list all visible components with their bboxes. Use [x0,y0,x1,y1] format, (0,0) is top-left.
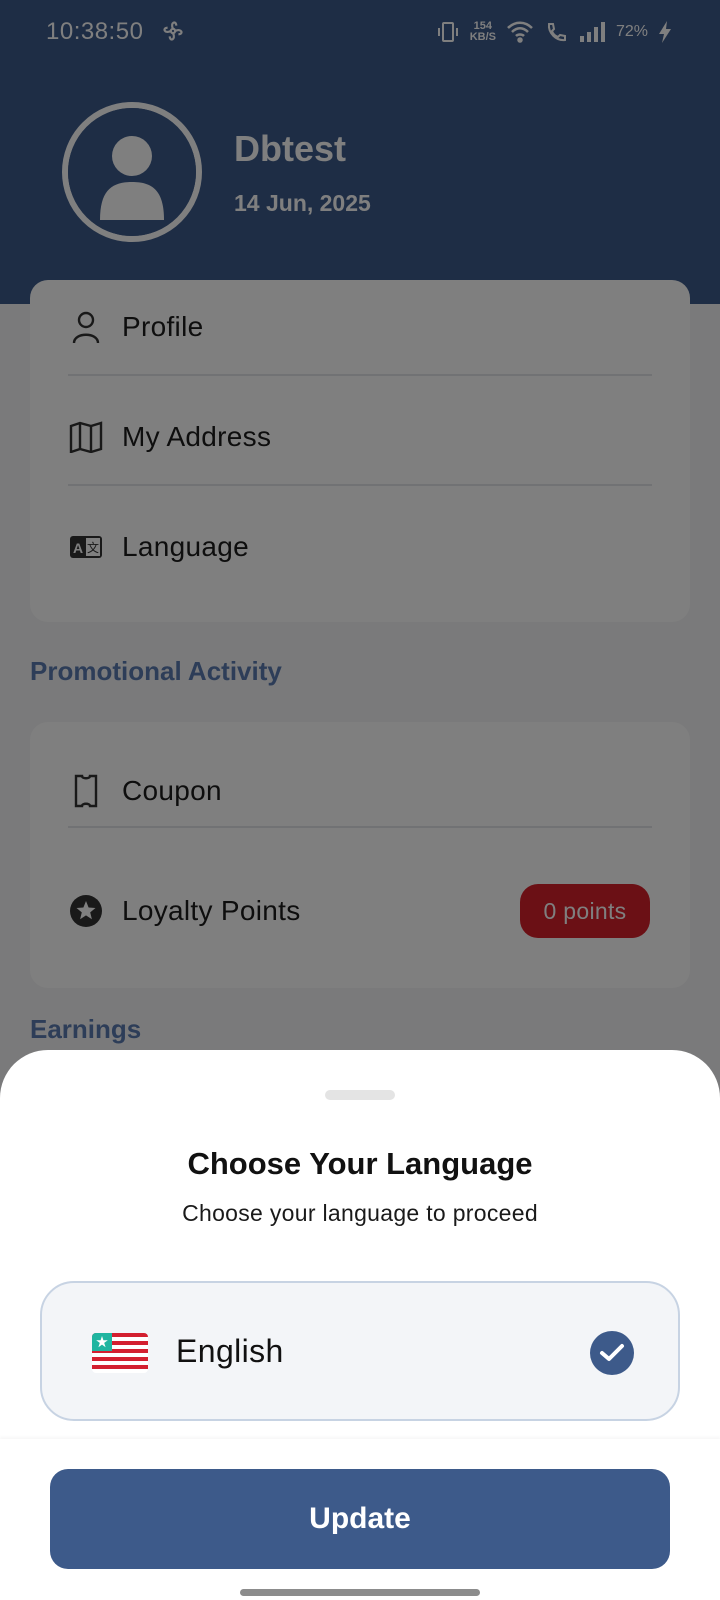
drag-handle[interactable] [325,1090,395,1100]
language-option-label: English [176,1333,284,1369]
liberia-flag-icon [92,1333,148,1373]
language-bottom-sheet: Choose Your Language Choose your languag… [0,1050,720,1600]
sheet-footer: Update [0,1439,720,1600]
sheet-subtitle: Choose your language to proceed [182,1200,538,1226]
language-option-english[interactable]: English [40,1281,680,1421]
update-button[interactable]: Update [50,1469,670,1569]
home-indicator[interactable] [240,1589,480,1596]
sheet-title: Choose Your Language [187,1146,533,1181]
check-circle-icon [590,1331,634,1375]
